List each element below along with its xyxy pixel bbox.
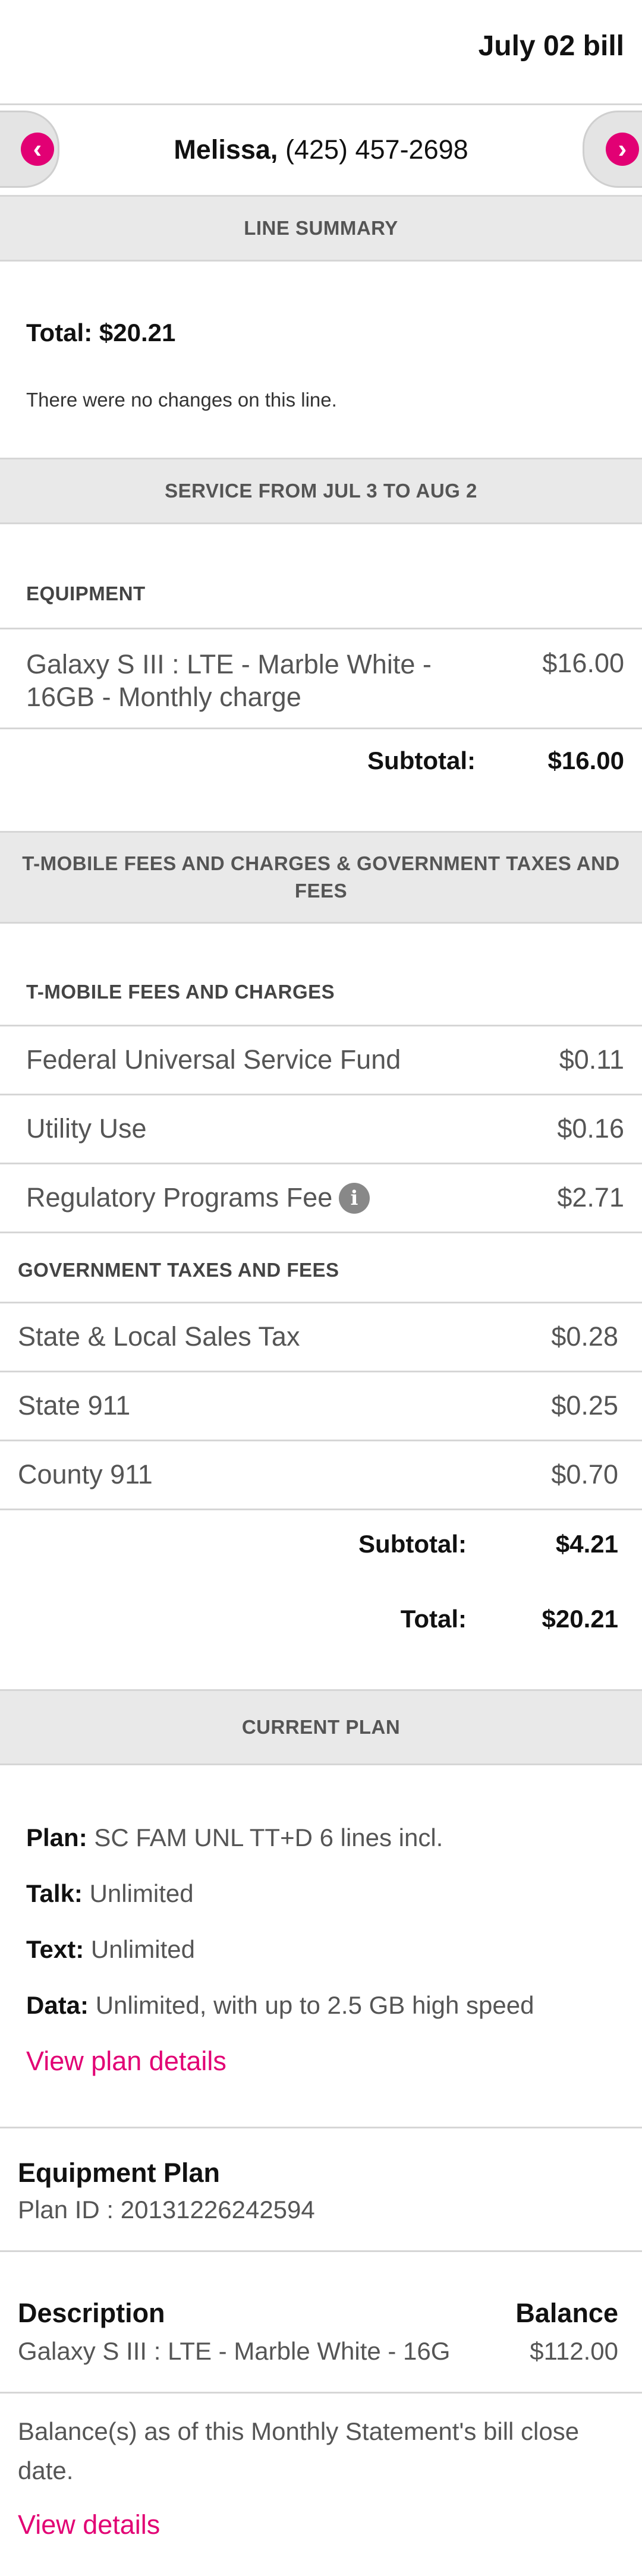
talk-row: Talk: Unlimited [26, 1879, 194, 1908]
equipment-item-amount: $16.00 [542, 648, 624, 678]
equipment-subheader: EQUIPMENT [26, 582, 146, 604]
divider [0, 1440, 642, 1441]
talk-value: Unlimited [89, 1879, 194, 1907]
data-row: Data: Unlimited, with up to 2.5 GB high … [26, 1991, 534, 2020]
balance-note: Balance(s) as of this Monthly Statement'… [18, 2412, 579, 2490]
tax-item-label: State & Local Sales Tax [18, 1321, 300, 1352]
bill-title: July 02 bill [478, 30, 624, 62]
text-value: Unlimited [90, 1935, 195, 1963]
divider [0, 1509, 642, 1510]
divider [0, 1232, 642, 1233]
line-summary-total: Total: $20.21 [26, 319, 176, 347]
data-value: Unlimited, with up to 2.5 GB high speed [95, 1991, 534, 2019]
fees-taxes-header-line: T-MOBILE FEES AND CHARGES & GOVERNMENT T… [22, 852, 620, 874]
service-period-header: SERVICE FROM JUL 3 TO AUG 2 [0, 458, 642, 524]
fees-subtotal-label: Subtotal: [358, 1530, 467, 1558]
line-total-label: Total: [400, 1605, 467, 1633]
equipment-item-description: Galaxy S III : LTE - Marble White - 16GB… [26, 648, 432, 713]
equipment-item-line: Galaxy S III : LTE - Marble White - [26, 649, 432, 679]
fees-subtotal-amount: $4.21 [555, 1530, 618, 1558]
fees-taxes-header: T-MOBILE FEES AND CHARGES & GOVERNMENT T… [0, 831, 642, 924]
line-summary-header: LINE SUMMARY [0, 195, 642, 262]
divider [0, 1094, 642, 1095]
fee-item-label: Federal Universal Service Fund [26, 1044, 401, 1075]
plan-label: Plan: [26, 1824, 87, 1851]
equipment-plan-item-description: Galaxy S III : LTE - Marble White - 16G [18, 2337, 451, 2365]
fee-item-amount: $0.11 [559, 1044, 624, 1075]
divider [0, 628, 642, 629]
description-column-header: Description [18, 2298, 165, 2328]
view-details-link[interactable]: View details [18, 2509, 160, 2540]
fee-item-label: Regulatory Programs Fee [26, 1182, 333, 1213]
line-total-amount: $20.21 [542, 1605, 618, 1633]
equipment-subtotal-label: Subtotal: [367, 747, 476, 774]
equipment-plan-title: Equipment Plan [18, 2158, 221, 2188]
line-selector-label: Melissa, (425) 457-2698 [0, 134, 642, 165]
divider [0, 103, 642, 105]
tax-item-amount: $0.28 [551, 1321, 618, 1352]
fee-item-label: Utility Use [26, 1113, 147, 1144]
text-label: Text: [26, 1935, 84, 1963]
talk-label: Talk: [26, 1879, 83, 1907]
balance-note-line: Balance(s) as of this Monthly Statement'… [18, 2417, 580, 2445]
next-line-button[interactable]: › [583, 111, 642, 188]
divider [0, 1371, 642, 1372]
tax-item-label: State 911 [18, 1390, 131, 1421]
chevron-right-icon: › [606, 133, 639, 166]
info-icon[interactable]: i [339, 1183, 370, 1214]
divider [0, 1163, 642, 1164]
divider [0, 2250, 642, 2252]
divider [0, 728, 642, 729]
equipment-item-line: 16GB - Monthly charge [26, 682, 301, 712]
text-row: Text: Unlimited [26, 1935, 195, 1964]
line-owner-name: Melissa, [174, 134, 278, 165]
view-plan-details-link[interactable]: View plan details [26, 2046, 226, 2077]
tax-item-amount: $0.70 [551, 1459, 618, 1489]
balance-note-line: date. [18, 2457, 74, 2484]
balance-column-header: Balance [515, 2298, 618, 2328]
equipment-subtotal-amount: $16.00 [547, 747, 624, 774]
divider [0, 1025, 642, 1026]
tmobile-fees-subheader: T-MOBILE FEES AND CHARGES [26, 981, 335, 1003]
current-plan-header: CURRENT PLAN [0, 1689, 642, 1765]
plan-value: SC FAM UNL TT+D 6 lines incl. [94, 1824, 443, 1851]
equipment-plan-id: Plan ID : 20131226242594 [18, 2196, 315, 2224]
line-phone-number: (425) 457-2698 [285, 134, 468, 165]
tax-item-amount: $0.25 [551, 1390, 618, 1421]
fee-item-amount: $0.16 [557, 1113, 624, 1144]
divider [0, 1302, 642, 1303]
equipment-plan-item-balance: $112.00 [530, 2337, 618, 2365]
divider [0, 2127, 642, 2128]
fees-taxes-header-line: FEES [294, 880, 348, 902]
fee-item-amount: $2.71 [557, 1182, 624, 1213]
tax-item-label: County 911 [18, 1459, 153, 1489]
line-summary-note: There were no changes on this line. [26, 389, 337, 411]
divider [0, 2392, 642, 2394]
plan-row: Plan: SC FAM UNL TT+D 6 lines incl. [26, 1824, 443, 1852]
data-label: Data: [26, 1991, 89, 2019]
government-taxes-subheader: GOVERNMENT TAXES AND FEES [18, 1259, 339, 1281]
